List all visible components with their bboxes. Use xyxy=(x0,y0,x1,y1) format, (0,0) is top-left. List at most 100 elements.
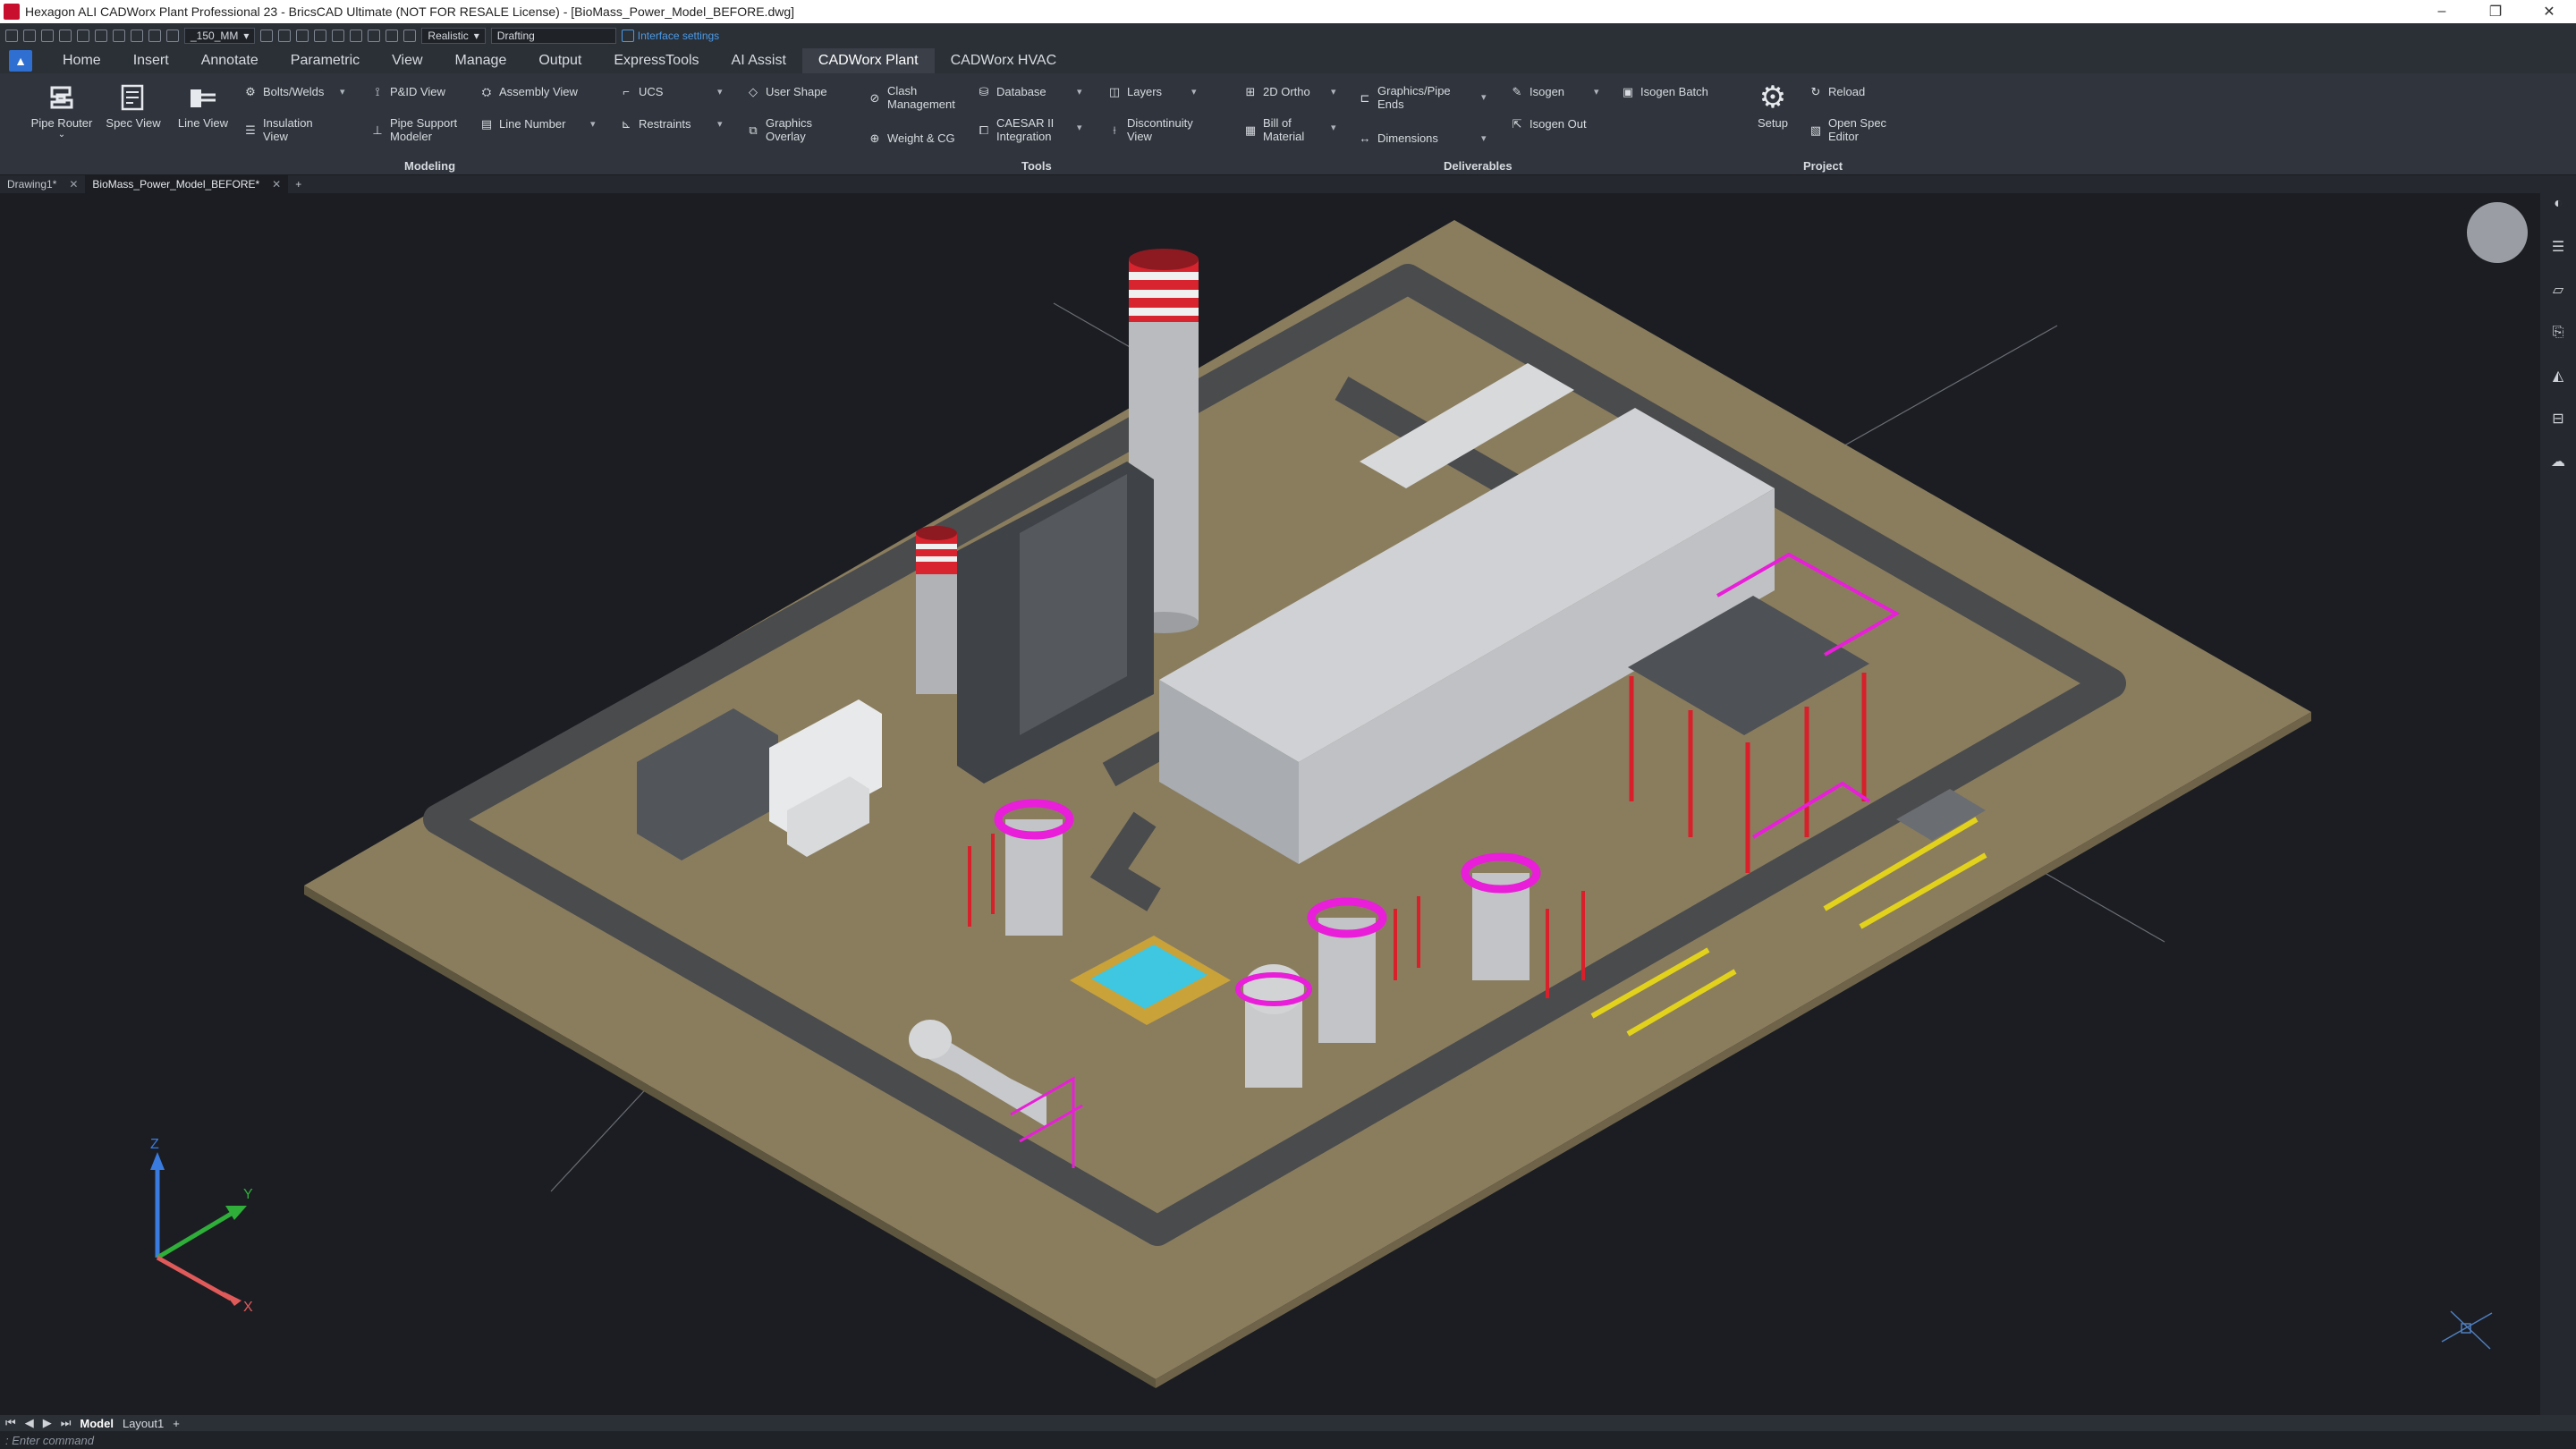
minimize-button[interactable]: – xyxy=(2415,0,2469,23)
bolts-welds-button[interactable]: ⚙ Bolts/Welds xyxy=(243,84,324,98)
new-tab-button[interactable]: + xyxy=(288,175,309,193)
weight-cg-button[interactable]: ⊕ Weight & CG xyxy=(868,131,955,145)
doc-tab-biomass[interactable]: BioMass_Power_Model_BEFORE* ✕ xyxy=(85,175,289,193)
command-line[interactable]: : Enter command xyxy=(0,1431,2576,1449)
tab-expresstools[interactable]: ExpressTools xyxy=(597,48,715,73)
tab-cadworx-hvac[interactable]: CADWorx HVAC xyxy=(935,48,1073,73)
isogen-batch-button[interactable]: ▣ Isogen Batch xyxy=(1621,84,1708,98)
user-shape-button[interactable]: ◇ User Shape xyxy=(746,84,827,98)
ucs-dropdown[interactable]: ▾ xyxy=(717,86,723,97)
tab-view[interactable]: View xyxy=(376,48,438,73)
restore-button[interactable]: ❐ xyxy=(2469,0,2522,23)
pipe-support-modeler-button[interactable]: ⊥ Pipe Support Modeler xyxy=(370,116,457,143)
setup-button[interactable]: ⚙ Setup xyxy=(1755,80,1791,130)
print-icon[interactable] xyxy=(77,30,89,42)
bill-of-material-button[interactable]: ▦ Bill of Material xyxy=(1243,116,1304,143)
attachments-icon[interactable]: ⎘ xyxy=(2549,324,2567,342)
bolts-welds-dropdown[interactable]: ▾ xyxy=(340,86,345,97)
tab-ai-assist[interactable]: AI Assist xyxy=(716,48,802,73)
close-icon[interactable]: ✕ xyxy=(272,178,281,191)
drawing-explorer-icon[interactable]: ◭ xyxy=(2549,367,2567,385)
layer-state-icon[interactable] xyxy=(148,30,161,42)
dyn-icon[interactable] xyxy=(368,30,381,42)
reload-button[interactable]: ↻ Reload xyxy=(1809,84,1866,98)
app-menu-button[interactable]: ▲ xyxy=(9,50,32,72)
structure-icon[interactable]: ⊟ xyxy=(2549,410,2567,428)
first-layout-icon[interactable]: ⏮ xyxy=(5,1416,16,1430)
database-dropdown[interactable]: ▾ xyxy=(1077,86,1082,97)
bom-dropdown[interactable]: ▾ xyxy=(1331,122,1336,133)
lweight-icon[interactable] xyxy=(386,30,399,42)
close-button[interactable]: ✕ xyxy=(2522,0,2576,23)
plot-icon[interactable] xyxy=(95,30,107,42)
view-cube[interactable] xyxy=(2467,202,2528,263)
next-layout-icon[interactable]: ▶ xyxy=(43,1416,52,1430)
prev-layout-icon[interactable]: ◀ xyxy=(25,1416,34,1430)
caesar-dropdown[interactable]: ▾ xyxy=(1077,122,1082,133)
save-as-icon[interactable] xyxy=(59,30,72,42)
line-view-button[interactable]: Line View xyxy=(172,82,234,130)
dimensions-dropdown[interactable]: ▾ xyxy=(1481,132,1487,144)
tab-parametric[interactable]: Parametric xyxy=(275,48,376,73)
tab-layout1[interactable]: Layout1 xyxy=(123,1417,164,1430)
grid-icon[interactable] xyxy=(278,30,292,42)
ortho-icon[interactable] xyxy=(296,30,309,42)
line-number-button[interactable]: ▤ Line Number xyxy=(479,116,566,131)
esnap-icon[interactable] xyxy=(332,30,345,42)
dimensions-button[interactable]: ↔ Dimensions xyxy=(1358,131,1438,145)
cloud-icon[interactable]: ☁ xyxy=(2549,453,2567,470)
interface-settings-link[interactable]: Interface settings xyxy=(621,30,719,42)
visual-style-combo[interactable]: Realistic ▾ xyxy=(421,28,486,44)
restraints-dropdown[interactable]: ▾ xyxy=(717,118,723,130)
tab-insert[interactable]: Insert xyxy=(117,48,185,73)
polar-icon[interactable] xyxy=(314,30,327,42)
2d-ortho-dropdown[interactable]: ▾ xyxy=(1331,86,1336,97)
ucs-button[interactable]: ⌐ UCS xyxy=(619,84,663,98)
layers-dropdown[interactable]: ▾ xyxy=(1191,86,1197,97)
save-icon[interactable] xyxy=(41,30,54,42)
open-icon[interactable] xyxy=(23,30,36,42)
properties-icon[interactable]: ☰ xyxy=(2549,238,2567,256)
tab-home[interactable]: Home xyxy=(47,48,117,73)
lightbulb-icon[interactable]: ◐ xyxy=(2549,195,2567,213)
graphics-overlay-button[interactable]: ⧉ Graphics Overlay xyxy=(746,116,812,143)
workspace-combo[interactable]: Drafting xyxy=(490,28,616,44)
insulation-view-button[interactable]: ☰ Insulation View xyxy=(243,116,312,143)
undo-icon[interactable] xyxy=(113,30,125,42)
last-layout-icon[interactable]: ⏭ xyxy=(61,1416,72,1430)
isogen-dropdown[interactable]: ▾ xyxy=(1594,86,1599,97)
tab-annotate[interactable]: Annotate xyxy=(185,48,275,73)
tips-icon[interactable] xyxy=(403,30,417,42)
redo-icon[interactable] xyxy=(131,30,143,42)
open-spec-editor-button[interactable]: ▧ Open Spec Editor xyxy=(1809,116,1886,143)
pipe-router-button[interactable]: Pipe Router ⌄ xyxy=(27,82,97,140)
2d-ortho-button[interactable]: ⊞ 2D Ortho xyxy=(1243,84,1310,98)
pid-view-button[interactable]: ⟟ P&ID View xyxy=(370,84,445,98)
doc-tab-drawing1[interactable]: Drawing1* ✕ xyxy=(0,175,85,193)
snap-icon[interactable] xyxy=(260,30,274,42)
assembly-view-button[interactable]: ⛭ Assembly View xyxy=(479,84,578,98)
discontinuity-view-button[interactable]: ⟊ Discontinuity View xyxy=(1107,116,1192,143)
close-icon[interactable]: ✕ xyxy=(69,178,78,191)
color-icon[interactable] xyxy=(166,30,179,42)
tab-cadworx-plant[interactable]: CADWorx Plant xyxy=(801,48,935,73)
tab-manage[interactable]: Manage xyxy=(439,48,523,73)
ducs-icon[interactable] xyxy=(350,30,363,42)
model-viewport[interactable]: Z Y X xyxy=(0,193,2540,1415)
graphics-pipe-ends-button[interactable]: ⊏ Graphics/Pipe Ends xyxy=(1358,84,1451,111)
graphics-pipe-dropdown[interactable]: ▾ xyxy=(1481,91,1487,103)
layers-panel-icon[interactable]: ▱ xyxy=(2549,281,2567,299)
new-icon[interactable] xyxy=(5,30,18,42)
caesar-integration-button[interactable]: ⧠ CAESAR II Integration xyxy=(977,116,1055,143)
layers-button[interactable]: ◫ Layers xyxy=(1107,84,1162,98)
spec-view-button[interactable]: Spec View xyxy=(102,82,165,130)
isogen-button[interactable]: ✎ Isogen xyxy=(1510,84,1565,98)
line-number-dropdown[interactable]: ▾ xyxy=(590,118,596,130)
tab-model[interactable]: Model xyxy=(80,1417,114,1430)
clash-management-button[interactable]: ⊘ Clash Management xyxy=(868,84,955,111)
tab-output[interactable]: Output xyxy=(522,48,597,73)
restraints-button[interactable]: ⊾ Restraints xyxy=(619,116,691,131)
isogen-out-button[interactable]: ⇱ Isogen Out xyxy=(1510,116,1587,131)
scale-combo[interactable]: _150_MM ▾ xyxy=(184,28,256,44)
database-button[interactable]: ⛁ Database xyxy=(977,84,1046,98)
